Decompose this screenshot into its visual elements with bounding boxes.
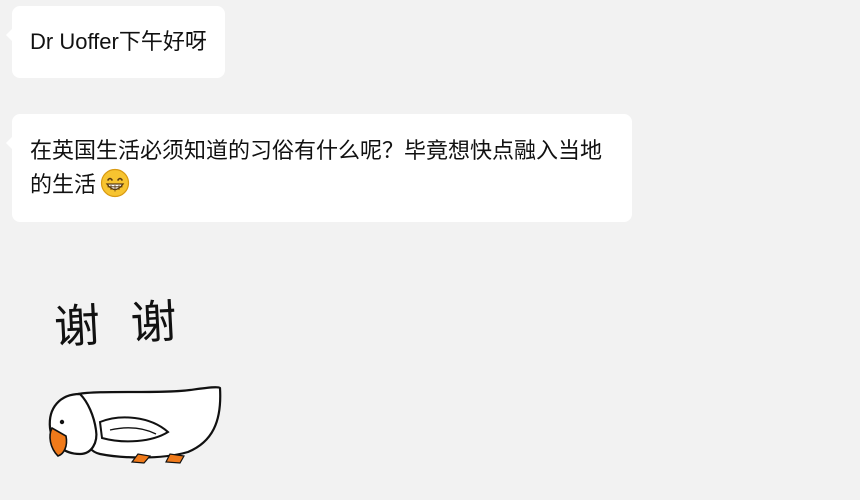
- sticker-caption: 谢 谢: [53, 294, 186, 355]
- bowing-goose-sticker[interactable]: 谢 谢: [40, 282, 240, 472]
- incoming-message-bubble[interactable]: Dr Uoffer下午好呀: [6, 6, 225, 78]
- incoming-message-bubble[interactable]: 在英国生活必须知道的习俗有什么呢？毕竟想快点融入当地的生活: [6, 114, 632, 222]
- grinning-emoji-icon: [100, 168, 130, 208]
- message-text: Dr Uoffer下午好呀: [30, 29, 207, 54]
- bowing-goose-icon: [48, 386, 222, 464]
